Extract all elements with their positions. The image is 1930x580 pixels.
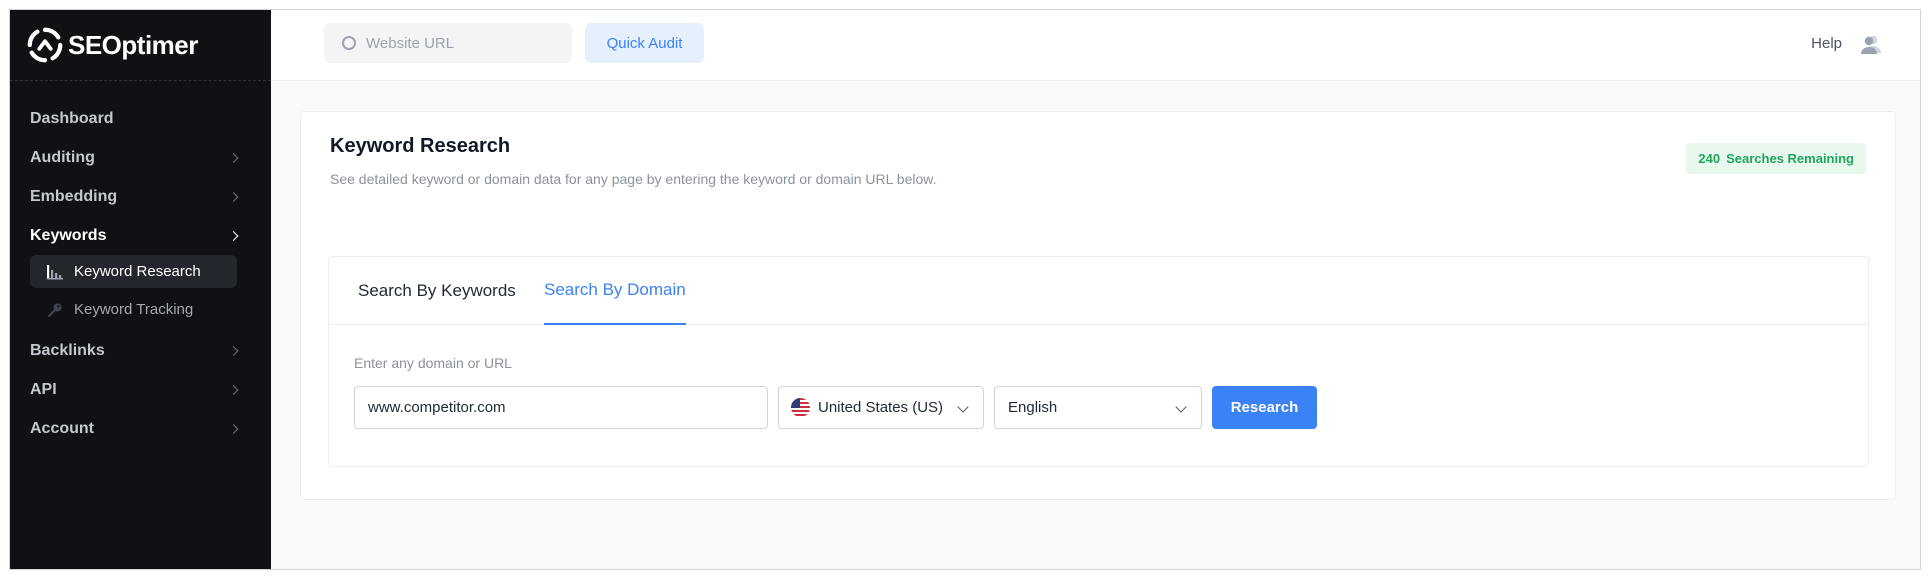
sidebar-item-label: Dashboard: [30, 109, 114, 127]
page-subtitle: See detailed keyword or domain data for …: [330, 171, 937, 187]
searches-remaining-badge: 240 Searches Remaining: [1686, 143, 1866, 174]
chevron-right-icon: [228, 230, 239, 241]
country-select-value: United States (US): [818, 399, 944, 416]
help-link[interactable]: Help: [1811, 35, 1842, 52]
chevron-right-icon: [228, 152, 239, 163]
research-button[interactable]: Research: [1212, 386, 1317, 429]
tab-search-by-keywords[interactable]: Search By Keywords: [358, 257, 516, 325]
sidebar-item-label: API: [30, 380, 57, 398]
chevron-right-icon: [228, 423, 239, 434]
language-select-value: English: [1008, 399, 1058, 416]
chevron-right-icon: [228, 384, 239, 395]
sidebar-nav: Dashboard Auditing Embedding Keywords Ke…: [10, 81, 271, 448]
search-panel: Search By Keywords Search By Domain Ente…: [328, 256, 1869, 467]
app-window: SEOptimer Dashboard Auditing Embedding K…: [9, 9, 1921, 570]
chevron-down-icon: [957, 401, 969, 413]
bar-chart-icon: [47, 264, 63, 279]
sidebar-item-label: Keywords: [30, 226, 107, 244]
us-flag-icon: [791, 398, 810, 417]
tab-search-by-domain[interactable]: Search By Domain: [544, 257, 686, 325]
sidebar-subitem-label: Keyword Research: [74, 263, 201, 280]
sidebar-item-label: Backlinks: [30, 341, 105, 359]
country-select[interactable]: United States (US): [778, 386, 984, 429]
quick-audit-button[interactable]: Quick Audit: [585, 23, 704, 63]
domain-input[interactable]: [354, 386, 768, 429]
sidebar-item-keywords[interactable]: Keywords: [10, 216, 271, 255]
sidebar-item-account[interactable]: Account: [10, 409, 271, 448]
sidebar-item-backlinks[interactable]: Backlinks: [10, 331, 271, 370]
searches-remaining-count: 240: [1698, 151, 1721, 166]
chevron-down-icon: [1175, 401, 1187, 413]
language-select[interactable]: English: [994, 386, 1202, 429]
top-bar: Quick Audit Help: [271, 10, 1920, 81]
chevron-right-icon: [228, 191, 239, 202]
search-icon: [342, 36, 356, 50]
chevron-right-icon: [228, 345, 239, 356]
sidebar: SEOptimer Dashboard Auditing Embedding K…: [10, 10, 271, 569]
keyword-research-card: Keyword Research See detailed keyword or…: [300, 111, 1896, 500]
sidebar-item-api[interactable]: API: [10, 370, 271, 409]
brand[interactable]: SEOptimer: [10, 10, 271, 81]
key-icon: [47, 303, 62, 317]
sidebar-item-label: Auditing: [30, 148, 95, 166]
page-title: Keyword Research: [330, 135, 511, 157]
seoptimer-logo-icon: [27, 27, 63, 63]
brand-name: SEOptimer: [68, 29, 198, 60]
user-account-icon[interactable]: [1860, 33, 1882, 55]
sidebar-item-label: Embedding: [30, 187, 118, 205]
sidebar-subitem-label: Keyword Tracking: [74, 301, 194, 318]
sidebar-item-dashboard[interactable]: Dashboard: [10, 99, 271, 138]
sidebar-item-embedding[interactable]: Embedding: [10, 177, 271, 216]
website-url-input[interactable]: [366, 34, 566, 52]
website-url-field[interactable]: [324, 23, 572, 63]
sidebar-item-auditing[interactable]: Auditing: [10, 138, 271, 177]
searches-remaining-label: Searches Remaining: [1726, 151, 1854, 166]
search-tabs: Search By Keywords Search By Domain: [329, 257, 1868, 325]
sidebar-subitem-keyword-tracking[interactable]: Keyword Tracking: [30, 293, 237, 326]
sidebar-item-label: Account: [30, 419, 94, 437]
domain-field-label: Enter any domain or URL: [354, 355, 512, 371]
sidebar-subitem-keyword-research[interactable]: Keyword Research: [30, 255, 237, 288]
